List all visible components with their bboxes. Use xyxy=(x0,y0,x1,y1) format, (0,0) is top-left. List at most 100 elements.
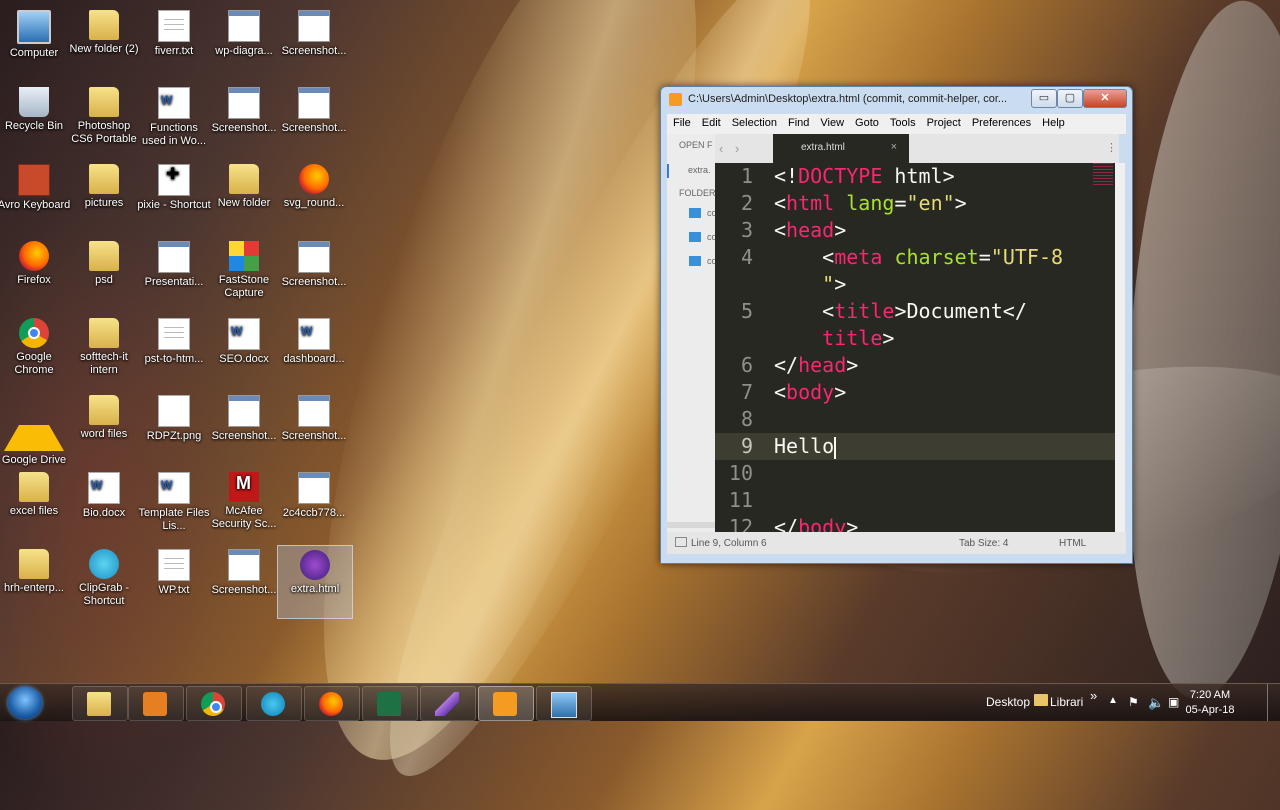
desktop-icon[interactable]: pst-to-htm... xyxy=(137,314,211,386)
taskbar-chrome[interactable] xyxy=(186,686,242,721)
firefox-icon xyxy=(19,241,49,271)
vertical-scrollbar[interactable] xyxy=(1115,163,1125,532)
desktop-icon[interactable]: word files xyxy=(67,391,141,463)
chrome-icon xyxy=(201,692,225,716)
desktop-icon[interactable]: hrh-enterp... xyxy=(0,545,71,617)
menu-find[interactable]: Find xyxy=(782,114,814,129)
desktop-toolbar[interactable]: Desktop xyxy=(986,695,1030,709)
desktop-icon[interactable]: WP.txt xyxy=(137,545,211,617)
show-desktop-button[interactable] xyxy=(1267,684,1280,721)
desktop-icon[interactable]: pictures xyxy=(67,160,141,232)
image-file-icon xyxy=(298,87,330,119)
tab-menu-icon[interactable]: ⋮ xyxy=(1106,141,1117,154)
desktop-icon[interactable]: RDPZt.png xyxy=(137,391,211,463)
taskbar-media-player[interactable] xyxy=(128,686,184,721)
desktop-icon[interactable]: Bio.docx xyxy=(67,468,141,540)
folder-item[interactable]: co xyxy=(707,256,715,266)
panel-toggle-icon[interactable] xyxy=(675,537,687,547)
desktop-icon[interactable]: Photoshop CS6 Portable xyxy=(67,83,141,155)
desktop-icon[interactable]: New folder (2) xyxy=(67,6,141,78)
taskbar-remote-desktop[interactable] xyxy=(536,686,592,721)
taskbar-feather[interactable] xyxy=(420,686,476,721)
desktop-icon[interactable]: softtech-it intern xyxy=(67,314,141,386)
desktop-icon[interactable]: SEO.docx xyxy=(207,314,281,386)
word-doc-icon xyxy=(298,318,330,350)
menu-edit[interactable]: Edit xyxy=(696,114,726,129)
nav-back-icon[interactable]: ‹ xyxy=(719,141,723,156)
desktop-icon[interactable]: Presentati... xyxy=(137,237,211,309)
open-file-item[interactable]: extra. xyxy=(688,165,711,175)
desktop-icon[interactable]: 2c4ccb778... xyxy=(277,468,351,540)
folder-item[interactable]: co xyxy=(707,232,715,242)
desktop-icon[interactable]: McAfee Security Sc... xyxy=(207,468,281,540)
folder-icon xyxy=(19,472,49,502)
desktop-icon[interactable]: FastStone Capture xyxy=(207,237,281,309)
desktop-icon[interactable]: psd xyxy=(67,237,141,309)
toolbar-chevron-icon[interactable]: » xyxy=(1090,688,1097,703)
desktop-icon[interactable]: wp-diagra... xyxy=(207,6,281,78)
minimize-button[interactable]: ▭ xyxy=(1031,89,1057,108)
desktop-icon[interactable]: fiverr.txt xyxy=(137,6,211,78)
desktop-icon[interactable]: Firefox xyxy=(0,237,71,309)
desktop-icon[interactable]: Google Drive xyxy=(0,391,71,466)
folder-item[interactable]: co xyxy=(707,208,715,218)
taskbar-skype[interactable] xyxy=(246,686,302,721)
menu-tools[interactable]: Tools xyxy=(884,114,921,129)
menu-project[interactable]: Project xyxy=(921,114,966,129)
sublime-text-window[interactable]: C:\Users\Admin\Desktop\extra.html (commi… xyxy=(660,86,1133,564)
desktop-icon[interactable]: Functions used in Wo... xyxy=(137,83,211,155)
desktop-icon[interactable]: Screenshot... xyxy=(207,83,281,155)
menu-view[interactable]: View xyxy=(814,114,849,129)
action-center-icon[interactable]: ⚑ xyxy=(1128,695,1139,709)
volume-icon[interactable]: 🔈 xyxy=(1148,695,1164,711)
desktop-icon[interactable]: Recycle Bin xyxy=(0,83,71,155)
taskbar-explorer[interactable] xyxy=(72,686,128,721)
network-icon[interactable]: ▣ xyxy=(1168,695,1179,709)
close-button[interactable]: ✕ xyxy=(1083,89,1127,108)
start-button[interactable] xyxy=(8,687,42,719)
desktop-icon[interactable]: svg_round... xyxy=(277,160,351,232)
taskbar-sublime-text[interactable] xyxy=(478,686,534,721)
code-line: 2 <html lang="en"> xyxy=(740,191,967,215)
desktop-icon[interactable]: New folder xyxy=(207,160,281,232)
desktop-icon-label: pictures xyxy=(84,197,124,209)
maximize-button[interactable]: ▢ xyxy=(1057,89,1083,108)
window-titlebar[interactable]: C:\Users\Admin\Desktop\extra.html (commi… xyxy=(661,87,1132,113)
code-line: 3 <head> xyxy=(740,218,847,242)
syntax-mode[interactable]: HTML xyxy=(1059,538,1086,549)
menu-selection[interactable]: Selection xyxy=(726,114,782,129)
desktop-icon[interactable]: Screenshot... xyxy=(207,391,281,463)
desktop-icon[interactable]: ClipGrab - Shortcut xyxy=(67,545,141,617)
media-player-icon xyxy=(143,692,167,716)
desktop-icon[interactable]: Screenshot... xyxy=(277,6,351,78)
desktop-icon[interactable]: dashboard... xyxy=(277,314,351,386)
desktop-icon[interactable]: Screenshot... xyxy=(207,545,281,617)
menu-preferences[interactable]: Preferences xyxy=(966,114,1036,129)
desktop-icon[interactable]: Avro Keyboard xyxy=(0,160,71,232)
taskbar-firefox[interactable] xyxy=(304,686,360,721)
menu-help[interactable]: Help xyxy=(1036,114,1070,129)
nav-forward-icon[interactable]: › xyxy=(735,141,739,156)
desktop-icon[interactable]: pixie - Shortcut xyxy=(137,160,211,232)
clock[interactable]: 7:20 AM 05-Apr-18 xyxy=(1180,688,1240,718)
desktop-icon[interactable]: Google Chrome xyxy=(0,314,71,386)
desktop-icon[interactable]: Computer xyxy=(0,6,71,78)
taskbar-excel[interactable] xyxy=(362,686,418,721)
libraries-toolbar[interactable]: Librari xyxy=(1050,695,1083,709)
show-hidden-icons-icon[interactable]: ▲ xyxy=(1108,695,1118,706)
minimap[interactable] xyxy=(1093,163,1113,185)
sidebar-scrollbar[interactable] xyxy=(667,522,715,528)
desktop-icon[interactable]: Screenshot... xyxy=(277,391,351,463)
code-editor[interactable]: 1 <!DOCTYPE html> 2 <html lang="en"> 3 <… xyxy=(715,163,1115,532)
desktop-icon-label: New folder (2) xyxy=(69,43,139,55)
desktop-icon[interactable]: extra.html xyxy=(277,545,353,619)
tab-close-icon[interactable]: × xyxy=(891,141,897,153)
desktop-icon[interactable]: Screenshot... xyxy=(277,237,351,309)
tab-extra-html[interactable]: extra.html × xyxy=(773,134,909,163)
desktop-icon[interactable]: Screenshot... xyxy=(277,83,351,155)
menu-goto[interactable]: Goto xyxy=(849,114,884,129)
desktop-icon[interactable]: Template Files Lis... xyxy=(137,468,211,540)
menu-file[interactable]: File xyxy=(667,114,696,129)
tab-size[interactable]: Tab Size: 4 xyxy=(959,538,1008,549)
desktop-icon[interactable]: excel files xyxy=(0,468,71,540)
